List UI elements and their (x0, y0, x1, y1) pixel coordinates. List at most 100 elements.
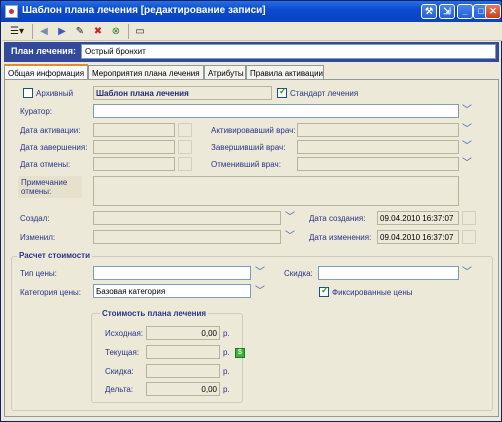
created-date-field: 09.04.2010 16:37:07 (377, 211, 459, 225)
cancel-icon[interactable]: ⊗ (108, 24, 124, 39)
price-category-field[interactable]: Базовая категория (93, 284, 251, 298)
forward-arrow-icon[interactable]: ▶ (54, 24, 70, 39)
tab-attributes[interactable]: Атрибуты (204, 65, 246, 80)
cancelling-doctor-field (297, 157, 459, 171)
plan-label: План лечения: (11, 46, 76, 56)
activation-date-button (178, 123, 192, 137)
modified-date-field: 09.04.2010 16:37:07 (377, 230, 459, 244)
modified-by-label: Изменил: (20, 233, 56, 242)
created-date-value: 09.04.2010 16:37:07 (380, 214, 454, 223)
cancel-note-label: Примечание отмены: (21, 178, 68, 196)
chevron-down-icon[interactable]: ﹀ (461, 105, 473, 117)
restore-icon[interactable]: ⇲ (439, 4, 455, 19)
modified-date-value: 09.04.2010 16:37:07 (380, 233, 454, 242)
activating-doctor-field (297, 123, 459, 137)
completing-doctor-field (297, 140, 459, 154)
cost-title: Стоимость плана лечения (100, 309, 209, 318)
initial-cost-value: 0,00 (201, 329, 217, 338)
recalculate-icon[interactable]: $ (235, 348, 245, 358)
chevron-down-icon[interactable]: ﹀ (461, 141, 473, 153)
template-name-value: Шаблон плана лечения (96, 89, 189, 98)
completing-doctor-label: Завершивший врач: (211, 143, 286, 152)
delta-cost-value: 0,00 (201, 385, 217, 394)
application-window: Шаблон плана лечения [редактирование зап… (0, 0, 502, 422)
completion-date-button (178, 140, 192, 154)
chevron-down-icon[interactable]: ﹀ (254, 286, 266, 298)
cancel-note-field (93, 176, 459, 206)
cancel-note-label-box: Примечание отмены: (18, 176, 82, 198)
delta-cost-label: Дельта: (105, 385, 134, 394)
chevron-down-icon[interactable]: ﹀ (461, 158, 473, 170)
currency-label: р. (223, 385, 230, 394)
chevron-down-icon[interactable]: ﹀ (284, 231, 296, 243)
discount-label: Скидка: (284, 269, 313, 278)
created-by-field (93, 211, 281, 225)
tab-general[interactable]: Общая информация (4, 64, 88, 80)
created-by-label: Создал: (20, 214, 50, 223)
fixed-prices-label: Фиксированные цены (332, 288, 413, 297)
currency-label: р. (223, 329, 230, 338)
delete-icon[interactable]: ✖ (90, 24, 106, 39)
archive-checkbox[interactable] (23, 88, 33, 98)
back-arrow-icon[interactable]: ◀ (36, 24, 52, 39)
fixed-prices-checkbox[interactable] (319, 285, 329, 297)
window-title: Шаблон плана лечения [редактирование зап… (22, 5, 266, 16)
archive-label: Архивный (36, 89, 74, 98)
completion-date-label: Дата завершения: (20, 143, 88, 152)
chevron-down-icon[interactable]: ﹀ (284, 212, 296, 224)
discount-cost-value (147, 365, 219, 369)
app-icon (5, 5, 18, 18)
created-date-button (462, 211, 476, 225)
minimize-icon[interactable]: _ (457, 4, 473, 19)
activation-date-label: Дата активации: (20, 126, 81, 135)
price-category-value: Базовая категория (96, 287, 166, 296)
curator-field[interactable] (93, 104, 459, 118)
tab-activation-rules[interactable]: Правила активации (246, 65, 324, 80)
currency-label: р. (223, 367, 230, 376)
discount-cost-label: Скидка: (105, 367, 134, 376)
general-panel: Архивный Шаблон плана лечения Стандарт л… (4, 79, 499, 417)
plan-input[interactable]: Острый бронхит (81, 44, 496, 59)
curator-label: Куратор: (20, 107, 52, 116)
dropdown-menu-icon[interactable]: ☰▾ (5, 24, 29, 39)
current-cost-label: Текущая: (105, 348, 140, 357)
completion-date-field (93, 140, 175, 154)
modified-date-label: Дата изменения: (309, 233, 372, 242)
plan-bar: План лечения: Острый бронхит (4, 42, 499, 62)
cancel-date-button (178, 157, 192, 171)
toolbar: ☰▾ ◀ ▶ ✎ ✖ ⊗ ▭ (2, 22, 502, 41)
modified-date-button (462, 230, 476, 244)
edit-pen-icon[interactable]: ✎ (72, 24, 88, 39)
price-type-label: Тип цены: (20, 269, 57, 278)
properties-icon[interactable]: ▭ (132, 24, 148, 39)
close-icon[interactable]: ✕ (485, 4, 501, 19)
current-cost-value (147, 346, 219, 350)
title-bar[interactable]: Шаблон плана лечения [редактирование зап… (1, 1, 501, 22)
currency-label: р. (223, 348, 230, 357)
price-type-field[interactable] (93, 266, 251, 280)
toolbar-separator (128, 24, 129, 39)
initial-cost-field: 0,00 (146, 326, 220, 340)
cancelling-doctor-label: Отменивший врач: (211, 160, 281, 169)
chevron-down-icon[interactable]: ﹀ (461, 267, 473, 279)
delta-cost-field: 0,00 (146, 382, 220, 396)
discount-field[interactable] (318, 266, 459, 280)
price-category-label: Категория цены: (20, 288, 81, 297)
tab-activities[interactable]: Мероприятия плана лечения (88, 65, 204, 80)
activation-date-field (93, 123, 175, 137)
pricing-title: Расчет стоимости (17, 251, 92, 260)
chevron-down-icon[interactable]: ﹀ (254, 267, 266, 279)
activating-doctor-label: Активировавший врач: (211, 126, 296, 135)
created-date-label: Дата создания: (309, 214, 366, 223)
cancel-date-label: Дата отмены: (20, 160, 71, 169)
toolbar-separator (32, 24, 33, 39)
chevron-down-icon[interactable]: ﹀ (461, 124, 473, 136)
tool-icon[interactable]: ⚒ (421, 4, 437, 19)
cancel-date-field (93, 157, 175, 171)
template-name-field: Шаблон плана лечения (93, 86, 272, 100)
current-cost-field (146, 345, 220, 359)
modified-by-field (93, 230, 281, 244)
standard-label: Стандарт лечения (290, 89, 359, 98)
standard-checkbox[interactable] (277, 86, 287, 98)
initial-cost-label: Исходная: (105, 329, 144, 338)
